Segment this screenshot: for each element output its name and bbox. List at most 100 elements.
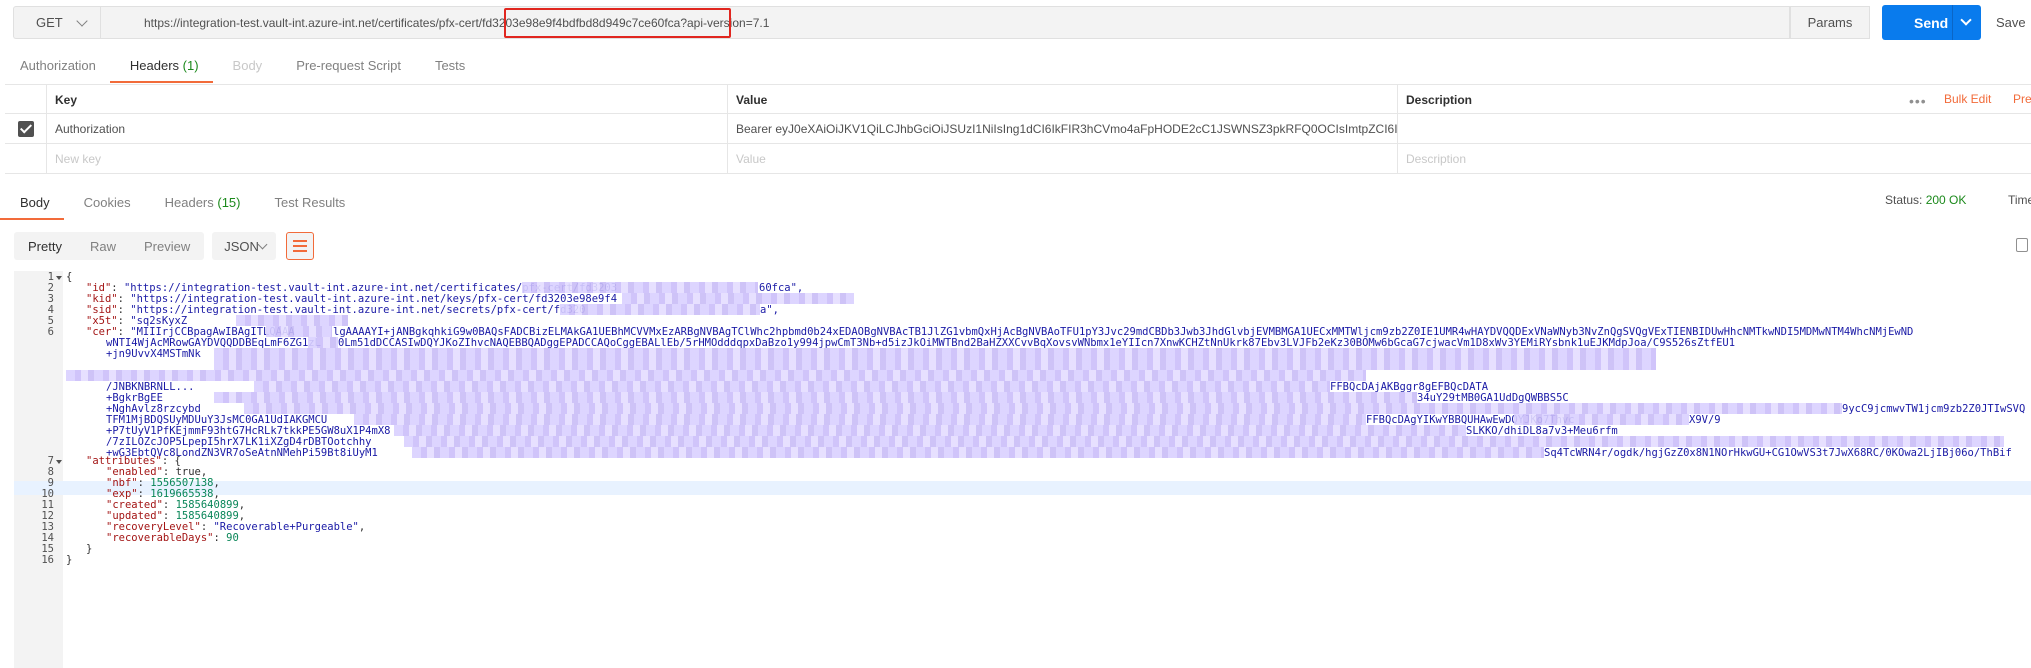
response-body-editor[interactable]: 1 2 3 4 5 6 7 8 9 10 11 12 13 14 15 16 {… [14, 271, 2031, 668]
send-button[interactable]: Send [1882, 5, 1981, 40]
redacted-region [214, 348, 1656, 370]
tab-response-body-label: Body [20, 195, 50, 210]
redacted-region [412, 447, 1544, 458]
headers-table: Key Value Description ••• Bulk Edit Pres… [5, 84, 2031, 174]
tab-headers-label: Headers [129, 58, 180, 73]
tab-cookies-label: Cookies [83, 195, 131, 210]
column-key: Key [46, 85, 727, 115]
save-button[interactable]: Save [1996, 6, 2026, 39]
column-value: Value [727, 85, 1397, 115]
tab-prerequest-script[interactable]: Pre-request Script [276, 48, 415, 83]
send-divider [1952, 5, 1953, 40]
tab-prerequest-label: Pre-request Script [296, 58, 401, 73]
active-line-highlight [14, 481, 2031, 495]
response-tabs: Body Cookies Headers (15) Test Results [0, 186, 359, 220]
header-value-cell[interactable]: Bearer eyJ0eXAiOiJKV1QiLCJhbGciOiJSUzI1N… [727, 114, 1397, 144]
table-row: Authorization Bearer eyJ0eXAiOiJKV1QiLCJ… [5, 114, 2031, 144]
format-select[interactable]: JSON [212, 232, 277, 260]
tab-response-headers-label: Headers [164, 195, 214, 210]
new-row-check-cell [5, 144, 46, 174]
pretty-button[interactable]: Pretty [14, 232, 76, 260]
fold-toggle-icon[interactable] [56, 460, 62, 464]
url-input[interactable]: https://integration-test.vault-int.azure… [100, 6, 1790, 39]
header-description-cell[interactable] [1397, 114, 2031, 144]
method-label: GET [36, 15, 63, 30]
status-value: 200 OK [1925, 193, 1967, 207]
tab-response-body[interactable]: Body [0, 186, 64, 220]
presets-link[interactable]: Pres [2013, 92, 2031, 106]
save-label: Save [1996, 15, 2026, 30]
redacted-region [66, 370, 1366, 381]
copy-icon[interactable] [2016, 238, 2028, 252]
redacted-region [266, 326, 332, 337]
header-key-cell[interactable]: Authorization [46, 114, 727, 144]
line-number: 16 [41, 554, 54, 566]
send-label: Send [1914, 14, 1949, 31]
code-line-tail: a", [760, 304, 779, 316]
table-row-new: New key Value Description [5, 144, 2031, 174]
header-check-column [5, 85, 46, 115]
headers-table-header: Key Value Description ••• Bulk Edit Pres [5, 84, 2031, 115]
preview-button[interactable]: Preview [130, 232, 204, 260]
status-readout: Status: 200 OK [1885, 193, 1966, 207]
code-line: "recoverableDays": 90 [106, 532, 239, 544]
tab-response-headers-count: (15) [217, 195, 241, 210]
redacted-region [394, 425, 1466, 436]
code-line: +jn9UvvX4MSTmNk [106, 348, 201, 360]
url-id-highlight-box [504, 8, 731, 38]
tab-body[interactable]: Body [213, 48, 277, 83]
tab-headers[interactable]: Headers (1) [109, 48, 213, 83]
fold-toggle-icon[interactable] [56, 276, 62, 280]
column-description: Description [1397, 85, 2031, 115]
code-line: } [86, 543, 93, 555]
more-options-icon[interactable]: ••• [1909, 93, 1927, 109]
code-line-tail: Sq4TcWRN4r/ogdk/hgjGzZ0x8N1NOrHkwGU+CG1O… [1544, 447, 2012, 459]
new-description-input[interactable]: Description [1397, 144, 2031, 174]
view-mode-switch: Pretty Raw Preview [14, 232, 205, 260]
tab-test-results-label: Test Results [274, 195, 346, 210]
tab-cookies[interactable]: Cookies [64, 186, 145, 220]
row-enabled-checkbox[interactable] [17, 121, 34, 137]
raw-button[interactable]: Raw [76, 232, 130, 260]
tab-authorization-label: Authorization [20, 58, 96, 73]
time-label: Time: [2008, 193, 2031, 207]
code-line: { [66, 271, 73, 283]
request-tabs: Authorization Headers (1) Body Pre-reque… [0, 48, 479, 83]
chevron-down-icon [76, 15, 88, 27]
format-label: JSON [224, 238, 259, 254]
redacted-region [308, 337, 338, 348]
tab-tests-label: Tests [434, 58, 466, 73]
redacted-region [1514, 414, 1689, 425]
tab-body-label: Body [232, 58, 263, 73]
tab-test-results[interactable]: Test Results [255, 186, 360, 220]
redacted-region [214, 392, 1417, 403]
status-label: Status: [1885, 193, 1923, 207]
line-number: 6 [47, 326, 54, 338]
redacted-region [622, 293, 854, 304]
tab-headers-count: (1) [182, 58, 199, 73]
method-select[interactable]: GET [13, 6, 100, 39]
wrap-lines-icon[interactable] [286, 232, 315, 260]
response-toolbar: Pretty Raw Preview JSON [14, 232, 315, 260]
redacted-region [244, 403, 1842, 414]
new-key-input[interactable]: New key [46, 144, 727, 174]
params-button[interactable]: Params [1790, 6, 1870, 39]
redacted-region [560, 304, 760, 315]
request-bar: GET https://integration-test.vault-int.a… [0, 0, 2031, 44]
send-chevron-down-icon[interactable] [1960, 14, 1972, 26]
redacted-region [404, 436, 2004, 447]
code-line: } [66, 554, 73, 566]
row-checkbox-cell [5, 114, 46, 144]
new-value-input[interactable]: Value [727, 144, 1397, 174]
tab-tests[interactable]: Tests [415, 48, 479, 83]
redacted-region [522, 282, 758, 293]
tab-authorization[interactable]: Authorization [0, 48, 110, 83]
tab-response-headers[interactable]: Headers (15) [145, 186, 255, 220]
bulk-edit-link[interactable]: Bulk Edit [1944, 92, 1991, 106]
redacted-region [254, 381, 1330, 392]
time-readout: Time: 23 [2008, 193, 2031, 207]
redacted-region [354, 414, 1366, 425]
params-label: Params [1807, 15, 1853, 30]
code-line-tail: X9V/9 [1689, 414, 1721, 426]
code-line-tail: 9ycC9jcmwvTW1jcm9zb2Z0JTIwSVQ [1842, 403, 2026, 415]
